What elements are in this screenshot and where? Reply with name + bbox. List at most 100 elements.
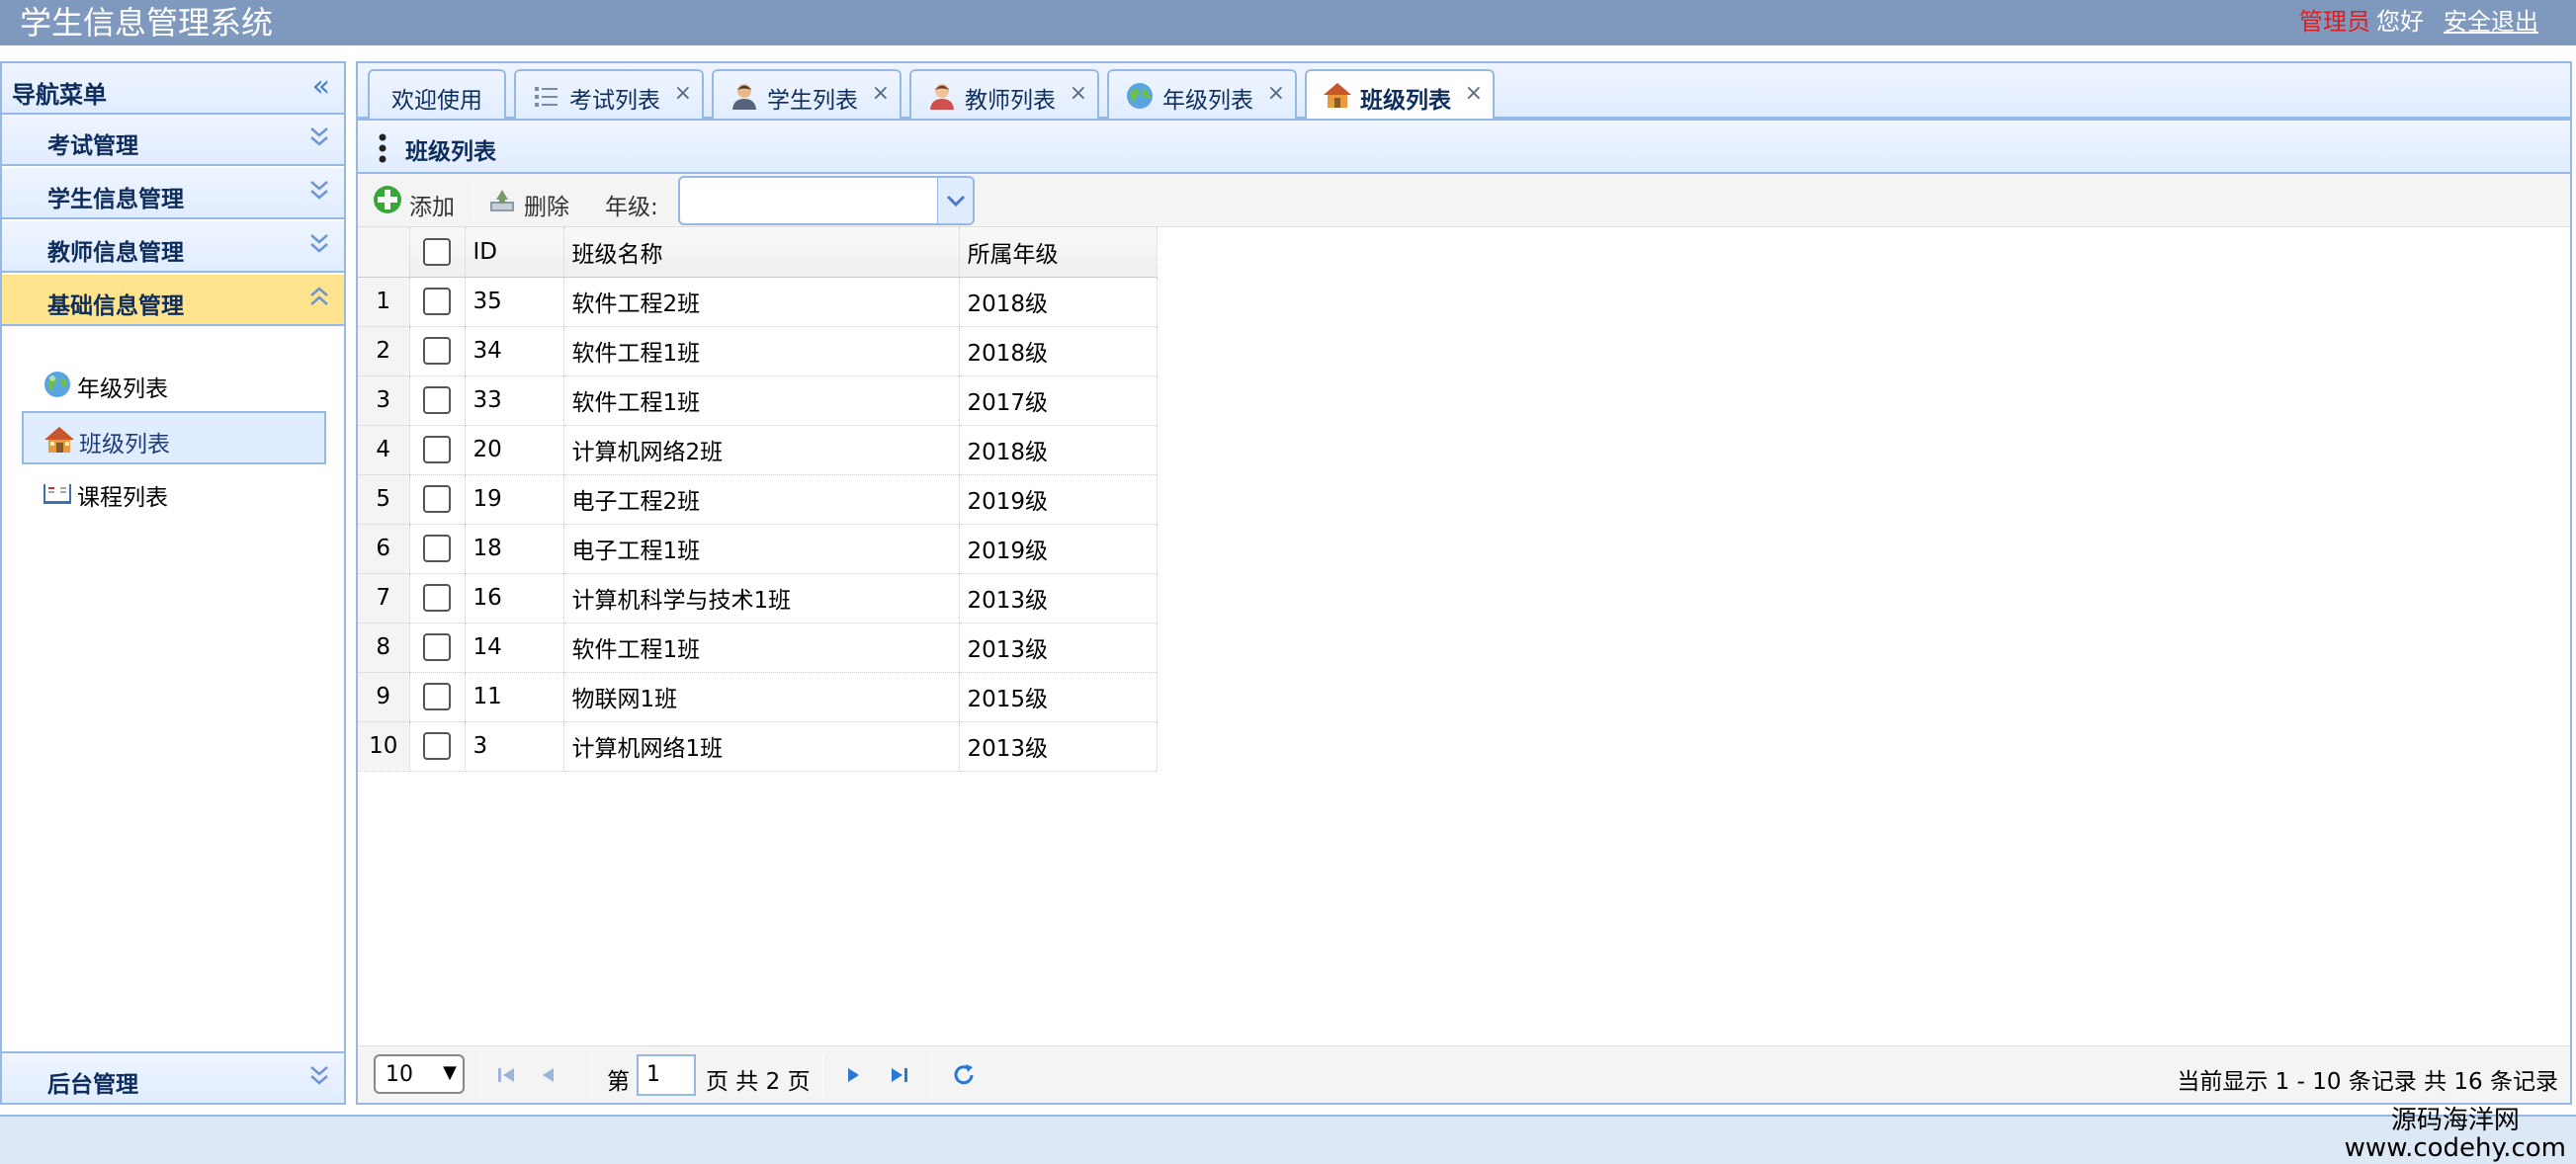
nav-section-admin[interactable]: 后台管理 xyxy=(2,1051,344,1103)
nav-section-teacher[interactable]: 教师信息管理 xyxy=(2,221,344,273)
row-checkbox[interactable] xyxy=(423,337,451,365)
expand-down-icon[interactable] xyxy=(308,123,330,152)
pager-separator xyxy=(480,1054,481,1096)
more-vertical-icon xyxy=(378,132,387,164)
cell-class-name: 电子工程2班 xyxy=(563,474,960,525)
row-number: 1 xyxy=(358,277,410,327)
cell-grade: 2018级 xyxy=(959,425,1158,475)
delete-label: 删除 xyxy=(524,195,569,220)
table-row[interactable]: 9 11 物联网1班 2015级 xyxy=(358,672,1158,722)
book-icon xyxy=(42,478,73,508)
cell-class-name: 物联网1班 xyxy=(563,672,960,722)
cell-class-name: 软件工程1班 xyxy=(563,326,960,376)
refresh-button[interactable] xyxy=(947,1058,981,1092)
row-number: 9 xyxy=(358,672,410,722)
user-role: 管理员 xyxy=(2299,8,2370,36)
close-icon[interactable]: × xyxy=(674,81,692,107)
chevron-down-icon: ▼ xyxy=(443,1062,457,1083)
teacher-icon xyxy=(927,81,957,111)
row-checkbox[interactable] xyxy=(423,386,451,414)
cell-id: 20 xyxy=(465,425,564,475)
row-checkbox[interactable] xyxy=(423,732,451,760)
expand-down-icon[interactable] xyxy=(308,229,330,259)
nav-item-class-list[interactable]: 班级列表 xyxy=(22,411,326,464)
tab-class-list[interactable]: 班级列表 × xyxy=(1305,69,1495,121)
table-row[interactable]: 6 18 电子工程1班 2019级 xyxy=(358,524,1158,574)
cell-grade: 2018级 xyxy=(959,277,1158,327)
table-row[interactable]: 7 16 计算机科学与技术1班 2013级 xyxy=(358,573,1158,624)
table-header-row: ID 班级名称 所属年级 xyxy=(358,227,1158,278)
top-header: 学生信息管理系统 管理员 您好 安全退出 xyxy=(0,0,2576,45)
nav-item-grade-list[interactable]: 年级列表 xyxy=(22,358,326,411)
add-label: 添加 xyxy=(409,195,455,220)
nav-section-student[interactable]: 学生信息管理 xyxy=(2,168,344,219)
expand-down-icon[interactable] xyxy=(308,1061,330,1091)
tab-label: 学生列表 xyxy=(767,88,858,114)
row-checkbox[interactable] xyxy=(423,485,451,513)
chevron-down-icon[interactable] xyxy=(937,178,973,223)
table-row[interactable]: 2 34 软件工程1班 2018级 xyxy=(358,326,1158,376)
nav-section-basic[interactable]: 基础信息管理 xyxy=(2,275,344,326)
tab-exam-list[interactable]: 考试列表 × xyxy=(514,69,704,121)
tab-grade-list[interactable]: 年级列表 × xyxy=(1107,69,1297,121)
page-size-select[interactable]: 10 ▼ xyxy=(374,1054,465,1094)
page-prefix: 第 xyxy=(607,1069,630,1095)
row-number: 4 xyxy=(358,425,410,475)
row-number-header xyxy=(358,227,410,278)
close-icon[interactable]: × xyxy=(1267,81,1285,107)
table-row[interactable]: 8 14 软件工程1班 2013级 xyxy=(358,623,1158,673)
close-icon[interactable]: × xyxy=(1070,81,1087,107)
cell-class-name: 软件工程1班 xyxy=(563,375,960,426)
row-checkbox-cell xyxy=(409,721,466,772)
user-area: 管理员 您好 安全退出 xyxy=(2299,6,2538,38)
column-header-grade[interactable]: 所属年级 xyxy=(959,227,1158,278)
nav-section-exam[interactable]: 考试管理 xyxy=(2,115,344,166)
delete-button[interactable]: 删除 xyxy=(482,182,591,220)
row-checkbox[interactable] xyxy=(423,633,451,661)
collapse-left-icon[interactable]: « xyxy=(312,71,330,103)
cell-id: 19 xyxy=(465,474,564,525)
next-page-button[interactable] xyxy=(836,1058,870,1092)
logout-link[interactable]: 安全退出 xyxy=(2444,8,2538,36)
column-header-id[interactable]: ID xyxy=(465,227,564,278)
close-icon[interactable]: × xyxy=(1465,81,1483,107)
add-button[interactable]: 添加 xyxy=(368,182,471,220)
collapse-up-icon[interactable] xyxy=(308,283,330,312)
row-checkbox-cell xyxy=(409,672,466,722)
grade-filter-combobox[interactable] xyxy=(678,176,975,225)
row-checkbox[interactable] xyxy=(423,683,451,710)
page-number-input[interactable]: 1 xyxy=(637,1054,696,1096)
row-number: 8 xyxy=(358,623,410,673)
table-row[interactable]: 1 35 软件工程2班 2018级 xyxy=(358,277,1158,327)
prev-page-icon xyxy=(543,1068,554,1082)
nav-panel: 导航菜单 « 考试管理 学生信息管理 教师信息管理 基础信息管理 年级列表 班级… xyxy=(0,61,346,1105)
close-icon[interactable]: × xyxy=(872,81,890,107)
nav-section-label: 教师信息管理 xyxy=(47,240,184,266)
tab-student-list[interactable]: 学生列表 × xyxy=(712,69,902,121)
nav-item-course-list[interactable]: 课程列表 xyxy=(22,466,326,520)
app-title: 学生信息管理系统 xyxy=(20,4,274,42)
row-checkbox[interactable] xyxy=(423,584,451,612)
nav-header: 导航菜单 « xyxy=(2,63,344,115)
first-page-button[interactable] xyxy=(490,1058,524,1092)
tab-teacher-list[interactable]: 教师列表 × xyxy=(909,69,1099,121)
cell-id: 11 xyxy=(465,672,564,722)
column-header-name[interactable]: 班级名称 xyxy=(563,227,960,278)
table-row[interactable]: 4 20 计算机网络2班 2018级 xyxy=(358,425,1158,475)
row-checkbox[interactable] xyxy=(423,535,451,562)
globe-icon xyxy=(42,370,73,399)
table-row[interactable]: 10 3 计算机网络1班 2013级 xyxy=(358,721,1158,772)
last-page-button[interactable] xyxy=(882,1058,915,1092)
expand-down-icon[interactable] xyxy=(308,176,330,206)
cell-grade: 2019级 xyxy=(959,474,1158,525)
prev-page-button[interactable] xyxy=(532,1058,565,1092)
tab-welcome[interactable]: 欢迎使用 xyxy=(368,69,506,121)
table-row[interactable]: 5 19 电子工程2班 2019级 xyxy=(358,474,1158,525)
row-number: 3 xyxy=(358,375,410,426)
row-checkbox[interactable] xyxy=(423,436,451,463)
cell-grade: 2013级 xyxy=(959,573,1158,624)
row-checkbox[interactable] xyxy=(423,288,451,315)
toolbar-separator xyxy=(472,182,473,219)
table-row[interactable]: 3 33 软件工程1班 2017级 xyxy=(358,375,1158,426)
select-all-checkbox[interactable] xyxy=(423,237,451,266)
